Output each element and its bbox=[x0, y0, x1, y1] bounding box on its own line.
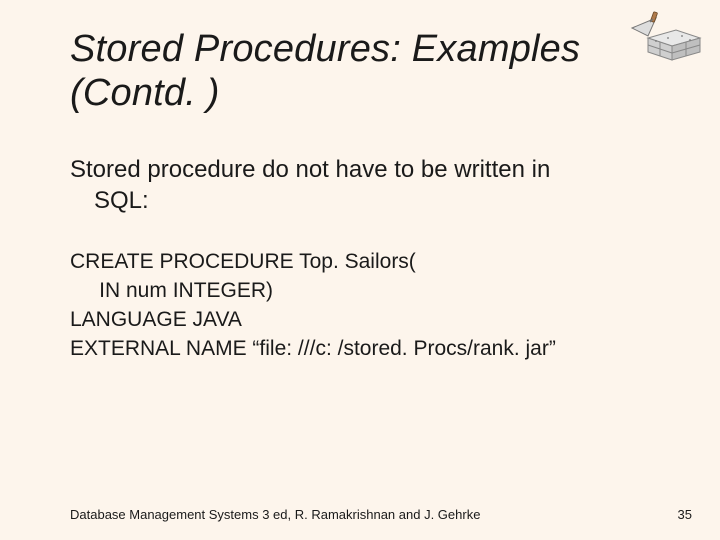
code-line-1: CREATE PROCEDURE Top. Sailors( bbox=[70, 250, 416, 273]
body-line-1: Stored procedure do not have to be writt… bbox=[70, 155, 650, 186]
code-line-2: IN num INTEGER) bbox=[70, 279, 273, 302]
code-line-3: LANGUAGE JAVA bbox=[70, 308, 242, 331]
slide-title: Stored Procedures: Examples (Contd. ) bbox=[70, 28, 630, 115]
body-text: Stored procedure do not have to be writt… bbox=[70, 155, 650, 216]
code-line-4: EXTERNAL NAME “file: ///c: /stored. Proc… bbox=[70, 337, 556, 360]
page-number: 35 bbox=[678, 507, 692, 522]
body-line-2: SQL: bbox=[70, 186, 650, 217]
footer-credit: Database Management Systems 3 ed, R. Ram… bbox=[70, 507, 480, 522]
code-block: CREATE PROCEDURE Top. Sailors( IN num IN… bbox=[70, 248, 670, 364]
slide: Stored Procedures: Examples (Contd. ) St… bbox=[0, 0, 720, 540]
bricks-trowel-icon bbox=[626, 8, 704, 70]
